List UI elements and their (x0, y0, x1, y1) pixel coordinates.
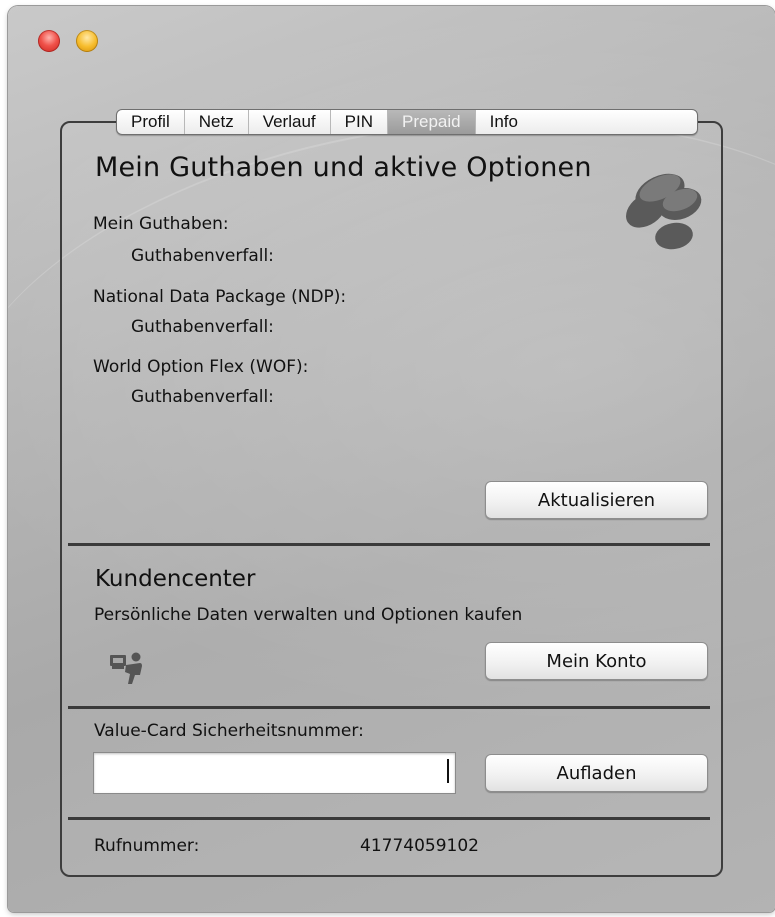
phone-number-label: Rufnummer: (94, 836, 200, 856)
close-icon[interactable] (38, 30, 60, 52)
tab-info[interactable]: Info (476, 110, 532, 134)
tab-prepaid[interactable]: Prepaid (387, 110, 476, 134)
value-card-label: Value-Card Sicherheitsnummer: (94, 721, 364, 741)
tab-pin[interactable]: PIN (331, 110, 388, 134)
section-divider (68, 543, 710, 546)
customer-center-title: Kundencenter (95, 566, 256, 592)
tab-netz[interactable]: Netz (185, 110, 249, 134)
phone-number-value: 41774059102 (360, 836, 479, 856)
user-desk-icon (110, 652, 142, 684)
topup-button[interactable]: Aufladen (485, 754, 708, 792)
tab-verlauf[interactable]: Verlauf (249, 110, 331, 134)
balance-heading: Mein Guthaben und aktive Optionen (95, 152, 592, 183)
coins-icon (626, 173, 702, 250)
value-card-input[interactable] (93, 752, 456, 794)
customer-center-description: Persönliche Daten verwalten und Optionen… (94, 605, 523, 625)
refresh-button[interactable]: Aktualisieren (485, 481, 708, 519)
minimize-icon[interactable] (76, 30, 98, 52)
tab-bar: Profil Netz Verlauf PIN Prepaid Info (116, 109, 698, 135)
tab-profil[interactable]: Profil (117, 110, 185, 134)
ndp-expiry-label: Guthabenverfall: (131, 317, 274, 337)
text-cursor (447, 759, 449, 783)
balance-expiry-label: Guthabenverfall: (131, 246, 274, 266)
ndp-label: National Data Package (NDP): (93, 287, 347, 307)
balance-label: Mein Guthaben: (93, 214, 229, 234)
section-divider (68, 706, 710, 709)
section-divider (68, 817, 710, 820)
wof-expiry-label: Guthabenverfall: (131, 387, 274, 407)
my-account-button[interactable]: Mein Konto (485, 642, 708, 680)
wof-label: World Option Flex (WOF): (93, 357, 309, 377)
